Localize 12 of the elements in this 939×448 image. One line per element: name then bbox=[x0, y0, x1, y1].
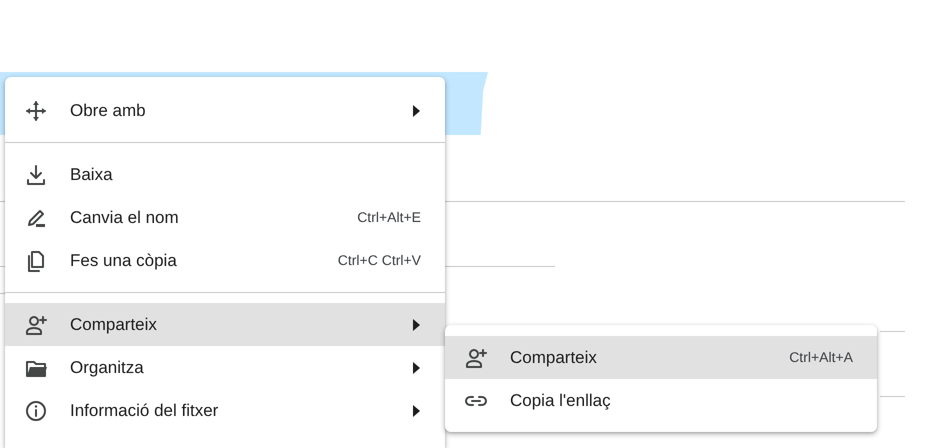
shortcut-text: Ctrl+Alt+A bbox=[789, 348, 853, 367]
menu-item[interactable]: Canvia el nom Ctrl+Alt+E bbox=[5, 196, 445, 239]
shortcut-text: Ctrl+C Ctrl+V bbox=[338, 251, 421, 270]
menu-item[interactable]: Comparteix bbox=[5, 303, 445, 346]
menu-item[interactable]: Fes una còpia Ctrl+C Ctrl+V bbox=[5, 239, 445, 282]
menu-item[interactable]: Baixa bbox=[5, 153, 445, 196]
shortcut-text: Ctrl+Alt+E bbox=[357, 208, 421, 227]
menu-item[interactable]: Copia l'enllaç bbox=[445, 379, 877, 422]
menu-item[interactable]: Organitza bbox=[5, 346, 445, 389]
menu-item[interactable]: Obre amb bbox=[5, 89, 445, 132]
menu-item[interactable]: Informació del fitxer bbox=[5, 389, 445, 432]
menu-item[interactable]: Comparteix Ctrl+Alt+A bbox=[445, 336, 877, 379]
